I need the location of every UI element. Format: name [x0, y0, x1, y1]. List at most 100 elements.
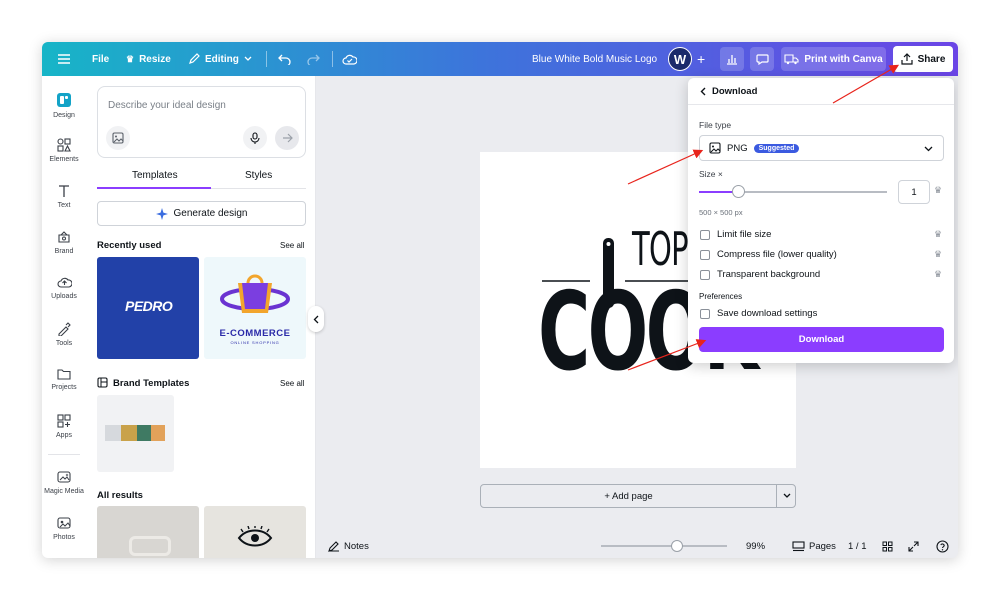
panel-tabs: Templates Styles: [97, 167, 306, 189]
rail-label: Text: [57, 202, 71, 209]
menu-button[interactable]: [58, 42, 70, 76]
recent-template-pedro[interactable]: PEDRO: [97, 257, 199, 359]
brand-template-thumbnail[interactable]: [97, 395, 174, 472]
save-download-settings-option[interactable]: Save download settings: [700, 308, 817, 319]
image-file-icon: [709, 142, 721, 154]
file-menu-label: File: [92, 53, 110, 65]
checkbox[interactable]: [700, 249, 710, 260]
expand-icon: [908, 540, 919, 552]
design-icon: [57, 93, 71, 107]
redo-icon: [307, 54, 320, 65]
insights-button[interactable]: [720, 47, 744, 71]
generate-design-button[interactable]: Generate design: [97, 201, 306, 226]
rail-label: Tools: [55, 340, 73, 347]
design-prompt-box[interactable]: Describe your ideal design: [97, 86, 306, 158]
design-title-label: Blue White Bold Music Logo: [532, 53, 658, 65]
grid-view-button[interactable]: [882, 534, 893, 558]
zoom-slider-handle[interactable]: [670, 540, 683, 552]
option-label: Limit file size: [717, 229, 772, 240]
rail-item-text[interactable]: Text: [42, 184, 86, 209]
design-title[interactable]: Blue White Bold Music Logo: [532, 42, 657, 76]
checkbox[interactable]: [700, 229, 710, 240]
share-button[interactable]: Share: [893, 46, 953, 72]
pedro-thumbnail-text: PEDRO: [125, 298, 173, 314]
result-template-2[interactable]: [204, 506, 306, 558]
tab-styles[interactable]: Styles: [245, 170, 272, 181]
see-all-brand-link[interactable]: See all: [280, 379, 304, 388]
pages-button[interactable]: Pages: [792, 534, 836, 558]
notes-button[interactable]: Notes: [328, 534, 369, 558]
recent-template-ecommerce[interactable]: E-COMMERCE ONLINE SHOPPING: [204, 257, 306, 359]
comments-button[interactable]: [750, 47, 774, 71]
generate-design-label: Generate design: [173, 208, 248, 219]
text-icon: [59, 185, 69, 197]
voice-input-button[interactable]: [243, 126, 267, 150]
compress-file-option[interactable]: Compress file (lower quality): [700, 249, 837, 260]
rail-label: Uploads: [51, 293, 77, 300]
share-label: Share: [917, 53, 946, 65]
dimensions-text: 500 × 500 px: [699, 208, 743, 217]
editing-label: Editing: [205, 53, 239, 65]
chevron-down-icon: [924, 146, 933, 152]
checkbox[interactable]: [700, 308, 710, 319]
zoom-slider-track[interactable]: [601, 545, 727, 547]
add-page-button[interactable]: + Add page: [481, 485, 776, 507]
fullscreen-button[interactable]: [908, 534, 919, 558]
undo-button[interactable]: [278, 42, 291, 76]
rail-item-elements[interactable]: Elements: [42, 138, 86, 163]
magic-media-icon: [57, 471, 71, 483]
checkbox[interactable]: [700, 269, 710, 280]
avatar[interactable]: W: [668, 47, 692, 71]
transparent-background-option[interactable]: Transparent background: [700, 269, 820, 280]
photos-icon: [57, 517, 71, 529]
rail-item-projects[interactable]: Projects: [42, 368, 86, 391]
see-all-recent-link[interactable]: See all: [280, 241, 304, 250]
crown-icon: ♛: [126, 53, 135, 64]
collapse-panel-button[interactable]: [308, 306, 324, 332]
download-button[interactable]: Download: [699, 327, 944, 352]
rail-item-design[interactable]: Design: [42, 92, 86, 119]
help-button[interactable]: [936, 534, 949, 558]
tab-templates[interactable]: Templates: [132, 170, 178, 181]
image-upload-button[interactable]: [106, 126, 130, 150]
result-template-1[interactable]: [97, 506, 199, 558]
file-type-select[interactable]: PNG Suggested: [699, 135, 944, 161]
zoom-level[interactable]: 99%: [746, 534, 765, 558]
size-slider-handle[interactable]: [732, 185, 746, 198]
rail-divider: [48, 454, 80, 455]
rail-item-uploads[interactable]: Uploads: [42, 276, 86, 300]
pencil-icon: [189, 53, 200, 64]
redo-button[interactable]: [307, 42, 320, 76]
logo-top-text: TOP: [632, 222, 689, 276]
avatar-initial: W: [673, 51, 687, 67]
brand-templates-heading: Brand Templates: [113, 378, 190, 389]
save-status-button[interactable]: [342, 42, 357, 76]
back-arrow-icon[interactable]: [700, 87, 706, 96]
brand-icon: [58, 231, 70, 243]
print-with-canva-button[interactable]: Print with Canva: [781, 47, 886, 71]
crown-icon: ♛: [934, 249, 943, 259]
microphone-icon: [250, 132, 260, 144]
resize-button[interactable]: ♛ Resize: [126, 42, 171, 76]
limit-file-size-option[interactable]: Limit file size: [700, 229, 771, 240]
notes-label: Notes: [344, 540, 369, 552]
file-menu-button[interactable]: File: [92, 42, 109, 76]
size-input[interactable]: 1: [898, 180, 930, 204]
submit-prompt-button[interactable]: [275, 126, 299, 150]
prompt-placeholder: Describe your ideal design: [108, 100, 226, 111]
rail-item-magic-media[interactable]: Magic Media: [42, 470, 86, 495]
rail-item-apps[interactable]: Apps: [42, 414, 86, 439]
rail-item-brand[interactable]: Brand: [42, 230, 86, 255]
rail-item-tools[interactable]: Tools: [42, 322, 86, 347]
chevron-down-icon[interactable]: [783, 493, 791, 499]
editing-mode-button[interactable]: Editing: [188, 42, 252, 76]
size-slider-track[interactable]: [699, 191, 887, 193]
cloud-check-icon: [342, 54, 357, 65]
brand-thumb-photo-4: [151, 425, 165, 441]
brand-thumb-photo-2: [121, 425, 137, 441]
rail-item-photos[interactable]: Photos: [42, 516, 86, 541]
file-type-label: File type: [699, 120, 732, 130]
ecommerce-thumbnail-subtitle: ONLINE SHOPPING: [230, 340, 280, 345]
invite-button[interactable]: +: [697, 42, 705, 76]
chevron-left-icon: [313, 315, 319, 323]
